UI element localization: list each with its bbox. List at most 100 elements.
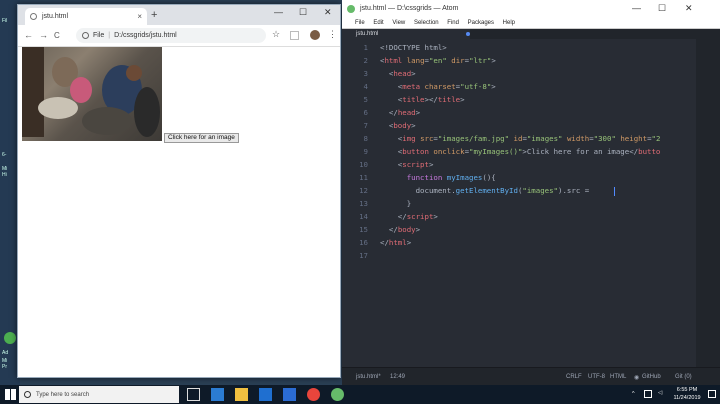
menu-find[interactable]: Find — [447, 20, 459, 26]
status-bar: jstu.html* 12:49 CRLF UTF-8 HTML ◉ GitHu… — [342, 367, 720, 385]
taskbar-search[interactable]: Type here to search — [19, 386, 179, 403]
code-line[interactable]: </head> — [380, 108, 420, 117]
atom-icon[interactable] — [331, 388, 344, 401]
address-bar[interactable]: File | D:/cssgrids/jstu.html — [76, 28, 266, 43]
github-label[interactable]: GitHub — [642, 374, 661, 380]
browser-tab[interactable]: jstu.html × — [25, 8, 147, 25]
edge-icon[interactable] — [211, 388, 224, 401]
code-editor[interactable]: 1 <!DOCTYPE html> 2 <html lang="en" dir="lt… — [350, 39, 696, 367]
line-number: 2 — [363, 56, 368, 65]
clock-time[interactable]: 6:55 PM — [672, 387, 702, 393]
editor-scrollbar[interactable] — [696, 39, 720, 367]
close-window-button[interactable]: ✕ — [685, 3, 693, 14]
taskbar: Type here to search ^ ◁ 6:55 PM 11/24/20… — [0, 385, 720, 404]
code-line[interactable]: <meta charset="utf-8"> — [380, 82, 496, 91]
grammar[interactable]: HTML — [610, 374, 626, 380]
text-cursor — [614, 187, 615, 196]
code-line[interactable]: <img src="images/fam.jpg" id="images" wi… — [380, 134, 661, 143]
network-icon[interactable] — [644, 390, 652, 398]
code-line[interactable]: <button onclick="myImages()">Click here … — [380, 147, 661, 156]
store-icon[interactable] — [259, 388, 272, 401]
code-line[interactable]: <!DOCTYPE html> — [380, 43, 447, 52]
code-line[interactable]: </html> — [380, 238, 411, 247]
search-icon — [24, 391, 31, 398]
family-photo — [22, 47, 162, 141]
chrome-icon[interactable] — [307, 388, 320, 401]
background-editor-edge — [342, 39, 350, 367]
line-number: 3 — [363, 69, 368, 78]
line-number: 6 — [363, 108, 368, 117]
status-file[interactable]: jstu.html* — [356, 374, 381, 380]
code-line[interactable]: } — [380, 199, 411, 208]
line-number: 8 — [363, 134, 368, 143]
atom-tab-bar: jstu.html — [342, 29, 720, 39]
volume-icon[interactable]: ◁ — [658, 390, 662, 396]
line-ending[interactable]: CRLF — [566, 374, 582, 380]
maximize-button[interactable]: ☐ — [299, 7, 307, 18]
menu-view[interactable]: View — [392, 20, 405, 26]
github-icon[interactable]: ◉ — [634, 374, 639, 381]
line-number: 12 — [359, 186, 368, 195]
system-tray: ^ ◁ 6:55 PM 11/24/2019 — [630, 385, 720, 404]
click-image-button[interactable]: Click here for an image — [164, 133, 239, 143]
menu-file[interactable]: File — [355, 20, 365, 26]
cursor-position[interactable]: 12:49 — [390, 374, 405, 380]
new-tab-button[interactable]: + — [151, 9, 157, 21]
code-line[interactable]: </body> — [380, 225, 420, 234]
minimize-button[interactable]: — — [632, 3, 641, 13]
line-number: 13 — [359, 199, 368, 208]
globe-icon — [30, 13, 37, 20]
chrome-window: jstu.html × + — ☐ ✕ ← → C File | D:/cssg… — [17, 4, 341, 378]
tab-bar: jstu.html × + — ☐ ✕ — [18, 5, 340, 25]
notifications-icon[interactable] — [708, 390, 716, 398]
line-number: 4 — [363, 82, 368, 91]
code-line[interactable]: </script> — [380, 212, 438, 221]
menu-icon[interactable]: ⋮ — [328, 29, 337, 40]
tray-chevron-icon[interactable]: ^ — [632, 391, 635, 397]
editor-tab[interactable]: jstu.html — [342, 29, 470, 39]
code-line[interactable]: <title></title> — [380, 95, 465, 104]
modified-dot-icon — [466, 32, 470, 36]
close-tab-icon[interactable]: × — [137, 12, 142, 21]
line-number: 1 — [363, 43, 368, 52]
desktop-text: Ad — [2, 350, 9, 356]
close-window-button[interactable]: ✕ — [324, 7, 332, 18]
code-line[interactable]: <body> — [380, 121, 416, 130]
reload-button[interactable]: C — [54, 31, 60, 40]
star-icon[interactable]: ☆ — [272, 29, 280, 40]
forward-button[interactable]: → — [39, 30, 48, 40]
line-number: 14 — [359, 212, 368, 221]
back-button[interactable]: ← — [24, 30, 33, 40]
menu-edit[interactable]: Edit — [373, 20, 383, 26]
minimize-button[interactable]: — — [274, 7, 283, 17]
extension-icon[interactable] — [290, 31, 299, 40]
git-status[interactable]: Git (0) — [675, 374, 692, 380]
menu-selection[interactable]: Selection — [414, 20, 439, 26]
encoding[interactable]: UTF-8 — [588, 374, 605, 380]
divider: | — [108, 32, 111, 39]
desktop-text: Hi — [2, 172, 7, 178]
file-explorer-icon[interactable] — [235, 388, 248, 401]
task-view-icon[interactable] — [187, 388, 200, 401]
url-scheme: File — [93, 32, 105, 39]
maximize-button[interactable]: ☐ — [658, 3, 666, 14]
windows-start-icon[interactable] — [5, 389, 16, 400]
atom-window: jstu.html — D:\cssgrids — Atom — ☐ ✕ Fil… — [342, 0, 720, 385]
line-number: 10 — [359, 160, 368, 169]
menu-packages[interactable]: Packages — [468, 20, 494, 26]
page-viewport: Click here for an image — [18, 47, 340, 377]
code-line[interactable]: <html lang="en" dir="ltr"> — [380, 56, 496, 65]
code-line[interactable]: <script> — [380, 160, 434, 169]
info-icon[interactable] — [82, 32, 89, 39]
line-number: 9 — [363, 147, 368, 156]
line-number: 17 — [359, 251, 368, 260]
app-icon[interactable] — [4, 332, 16, 344]
code-line[interactable]: <head> — [380, 69, 416, 78]
menu-help[interactable]: Help — [503, 20, 515, 26]
mail-icon[interactable] — [283, 388, 296, 401]
code-line[interactable]: document.getElementById("images").src = — [380, 186, 594, 195]
avatar[interactable] — [310, 30, 320, 40]
code-line[interactable]: function myImages(){ — [380, 173, 496, 182]
browser-toolbar: ← → C File | D:/cssgrids/jstu.html ☆ ⋮ — [18, 25, 340, 47]
clock-date[interactable]: 11/24/2019 — [672, 395, 702, 401]
